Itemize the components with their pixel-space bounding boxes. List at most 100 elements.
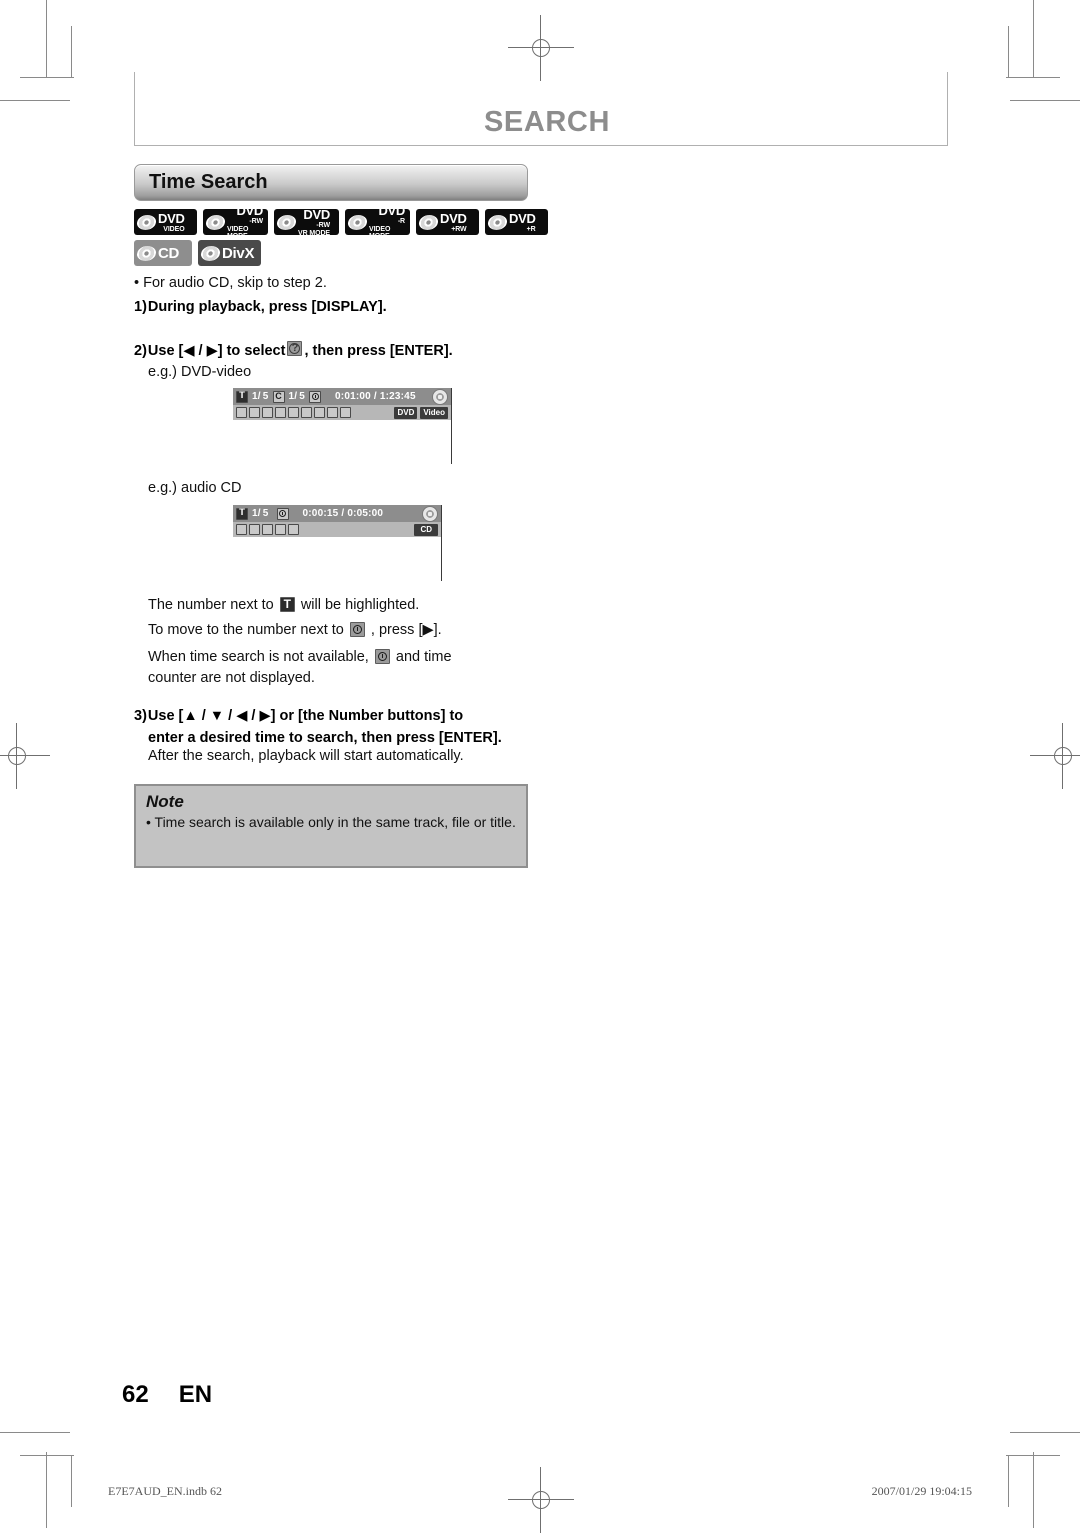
note-body: • Time search is available only in the s… <box>146 814 516 830</box>
osd-chapter-total: 5 <box>299 391 306 402</box>
badge-line1: DVD <box>440 210 467 226</box>
crop-mark-bottom-right-h <box>1010 1432 1080 1433</box>
badge-line3: VR MODE <box>298 229 330 237</box>
paragraph-not-available: When time search is not available, and t… <box>148 647 493 689</box>
title-icon <box>236 506 248 520</box>
step-3-text-a: Use [▲ / ▼ / ◀ / ▶] or [the Number butto… <box>147 708 464 724</box>
disc-icon <box>417 214 440 230</box>
disc-badge-dvd-r-video-mode: DVD -R VIDEO MODE <box>345 204 410 240</box>
crop-mark-bottom-left-v <box>46 1452 47 1528</box>
paragraph-move-to-time: To move to the number next to , press [▶… <box>148 620 548 641</box>
note-heading: Note <box>146 792 184 811</box>
disc-badge-dvd-plus-rw: DVD +RW <box>416 209 479 235</box>
step-3: 3)Use [▲ / ▼ / ◀ / ▶] or [the Number but… <box>134 706 534 750</box>
language-code: EN <box>178 1381 213 1408</box>
osd-title-value: 1/ <box>252 508 261 519</box>
paragraph-text-a: To move to the number next to <box>148 622 344 638</box>
audio-cd-bullet: • For audio CD, skip to step 2. <box>134 275 327 291</box>
badge-line2: -RW <box>249 218 263 225</box>
badge-line2: -R <box>397 218 405 225</box>
crop-mark-bottom-right-v <box>1033 1452 1034 1528</box>
step-2-number: 2) <box>134 343 147 359</box>
paragraph-text-b: will be highlighted. <box>300 597 420 613</box>
badge-line1: DivX <box>222 244 255 262</box>
disc-compatibility-badges: DVD VIDEO DVD -RW VIDEO MODE DVD -RW VR MODE … <box>134 204 554 271</box>
badge-line1: CD <box>158 244 180 262</box>
picture-icon <box>340 407 351 418</box>
registration-mark-left <box>0 723 50 789</box>
osd-title-total: 5 <box>262 391 269 402</box>
bitrate-icon <box>301 407 312 418</box>
crop-mark-top-right-v <box>1033 0 1034 78</box>
disc-icon <box>346 214 369 230</box>
step-2-text-a: Use [◀ / ▶] to select <box>147 343 286 359</box>
badge-line1: DVD <box>303 206 330 222</box>
step-1-number: 1) <box>134 299 147 315</box>
bitrate-icon <box>275 524 286 535</box>
chapter-icon <box>272 389 285 403</box>
disc-icon <box>199 245 222 261</box>
osd-title-total: 5 <box>262 508 269 519</box>
osd-function-row: DVD Video <box>233 405 451 420</box>
osd-title-value: 1/ <box>252 391 261 402</box>
osd-status-row: 1/ 5 1/ 5 0:01:00 / 1:23:45 <box>233 388 451 405</box>
crop-mark-top-left-h <box>0 100 70 101</box>
paragraph-text-b: and time <box>395 649 452 665</box>
audio-icon <box>249 407 260 418</box>
picture-icon <box>288 524 299 535</box>
osd-time-counter: 0:01:00 / 1:23:45 <box>335 391 416 402</box>
disc-badge-dvd-rw-vr-mode: DVD -RW VR MODE <box>274 206 339 237</box>
disc-icon <box>204 214 227 230</box>
badge-line2: -RW <box>316 221 330 229</box>
clock-icon <box>374 649 390 664</box>
osd-function-row: CD <box>233 522 441 537</box>
badge-line1: DVD <box>158 210 185 226</box>
paragraph-text-a: The number next to <box>148 597 274 613</box>
disc-icon <box>486 214 509 230</box>
crop-mark-bottom-left-h <box>0 1432 70 1433</box>
step-2: 2) Use [◀ / ▶] to select , then press [E… <box>134 340 534 363</box>
crop-mark-bottom-left-v2 <box>71 1455 72 1507</box>
disc-icon <box>135 214 158 230</box>
repeat-icon <box>262 524 273 535</box>
folio: 62 EN <box>122 1381 212 1409</box>
disc-badge-dvd-rw-video-mode: DVD -RW VIDEO MODE <box>203 204 268 240</box>
registration-mark-right <box>1030 723 1080 789</box>
disc-badge-dvd-video: DVD VIDEO <box>134 209 197 235</box>
disc-badge-dvd-plus-r: DVD +R <box>485 209 548 235</box>
disc-badge-cd: CD <box>134 240 192 266</box>
note-box: Note • Time search is available only in … <box>134 784 528 868</box>
example-cd-label: e.g.) audio CD <box>148 480 242 496</box>
clock-icon <box>349 622 365 637</box>
page-header: SEARCH <box>134 72 948 146</box>
section-title-bar: Time Search <box>134 164 528 201</box>
badge-line1: DVD <box>509 210 536 226</box>
title-icon <box>279 596 295 613</box>
osd-tag-format: Video <box>420 406 448 419</box>
search-icon <box>236 407 247 418</box>
disc-icon <box>135 245 158 261</box>
badge-line2: +RW <box>451 225 467 233</box>
badge-line3: VIDEO MODE <box>369 226 391 240</box>
crop-mark-top-left-h2 <box>20 77 74 78</box>
registration-mark-top <box>508 15 574 81</box>
crop-mark-top-right-v2 <box>1008 26 1009 78</box>
footer-file-name: E7E7AUD_EN.indb 62 <box>108 1484 222 1498</box>
page-number: 62 <box>122 1381 149 1408</box>
subtitle-icon <box>262 407 273 418</box>
clock-icon <box>276 507 289 520</box>
noise-reduction-icon <box>314 407 325 418</box>
crop-mark-top-right-h <box>1010 100 1080 101</box>
footer-timestamp: 2007/01/29 19:04:15 <box>871 1484 972 1498</box>
step-2-text-b: , then press [ENTER]. <box>304 343 453 359</box>
zoom-icon <box>327 407 338 418</box>
search-icon <box>236 524 247 535</box>
crop-mark-top-left-v2 <box>71 26 72 78</box>
crop-mark-top-left-v <box>46 0 47 78</box>
osd-tag-disc-type: DVD <box>394 406 418 419</box>
osd-panel-audio-cd: 1/ 5 0:00:15 / 0:05:00 CD <box>233 505 442 581</box>
crop-mark-bottom-right-v2 <box>1008 1455 1009 1507</box>
step-3-subtext: After the search, playback will start au… <box>148 748 464 764</box>
osd-screen-body <box>233 537 441 581</box>
disc-badge-divx: DivX <box>198 240 261 266</box>
